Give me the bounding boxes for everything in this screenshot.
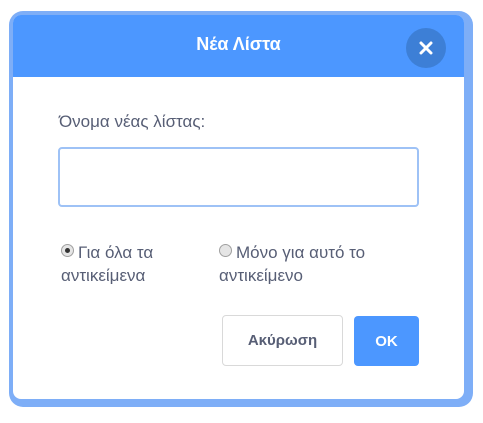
dialog-header: Νέα Λίστα: [13, 15, 464, 77]
cancel-button[interactable]: Ακύρωση: [222, 315, 343, 366]
new-list-dialog: Νέα Λίστα Όνομα νέας λίστας: Για όλα τα …: [13, 15, 464, 399]
radio-option-label: Μόνο για αυτό το αντικείμενο: [219, 243, 366, 285]
list-name-input[interactable]: [58, 147, 419, 207]
close-icon: [419, 41, 433, 55]
radio-unselected-icon[interactable]: [219, 244, 232, 257]
ok-button[interactable]: OK: [354, 316, 419, 366]
list-name-label: Όνομα νέας λίστας:: [59, 112, 206, 131]
close-button[interactable]: [406, 28, 446, 68]
radio-selected-icon[interactable]: [61, 244, 74, 257]
radio-option-label: Για όλα τα αντικείμενα: [61, 243, 154, 285]
radio-option-all-sprites[interactable]: Για όλα τα αντικείμενα: [61, 241, 211, 287]
dialog-title: Νέα Λίστα: [196, 34, 281, 54]
radio-option-this-sprite[interactable]: Μόνο για αυτό το αντικείμενο: [219, 241, 419, 287]
